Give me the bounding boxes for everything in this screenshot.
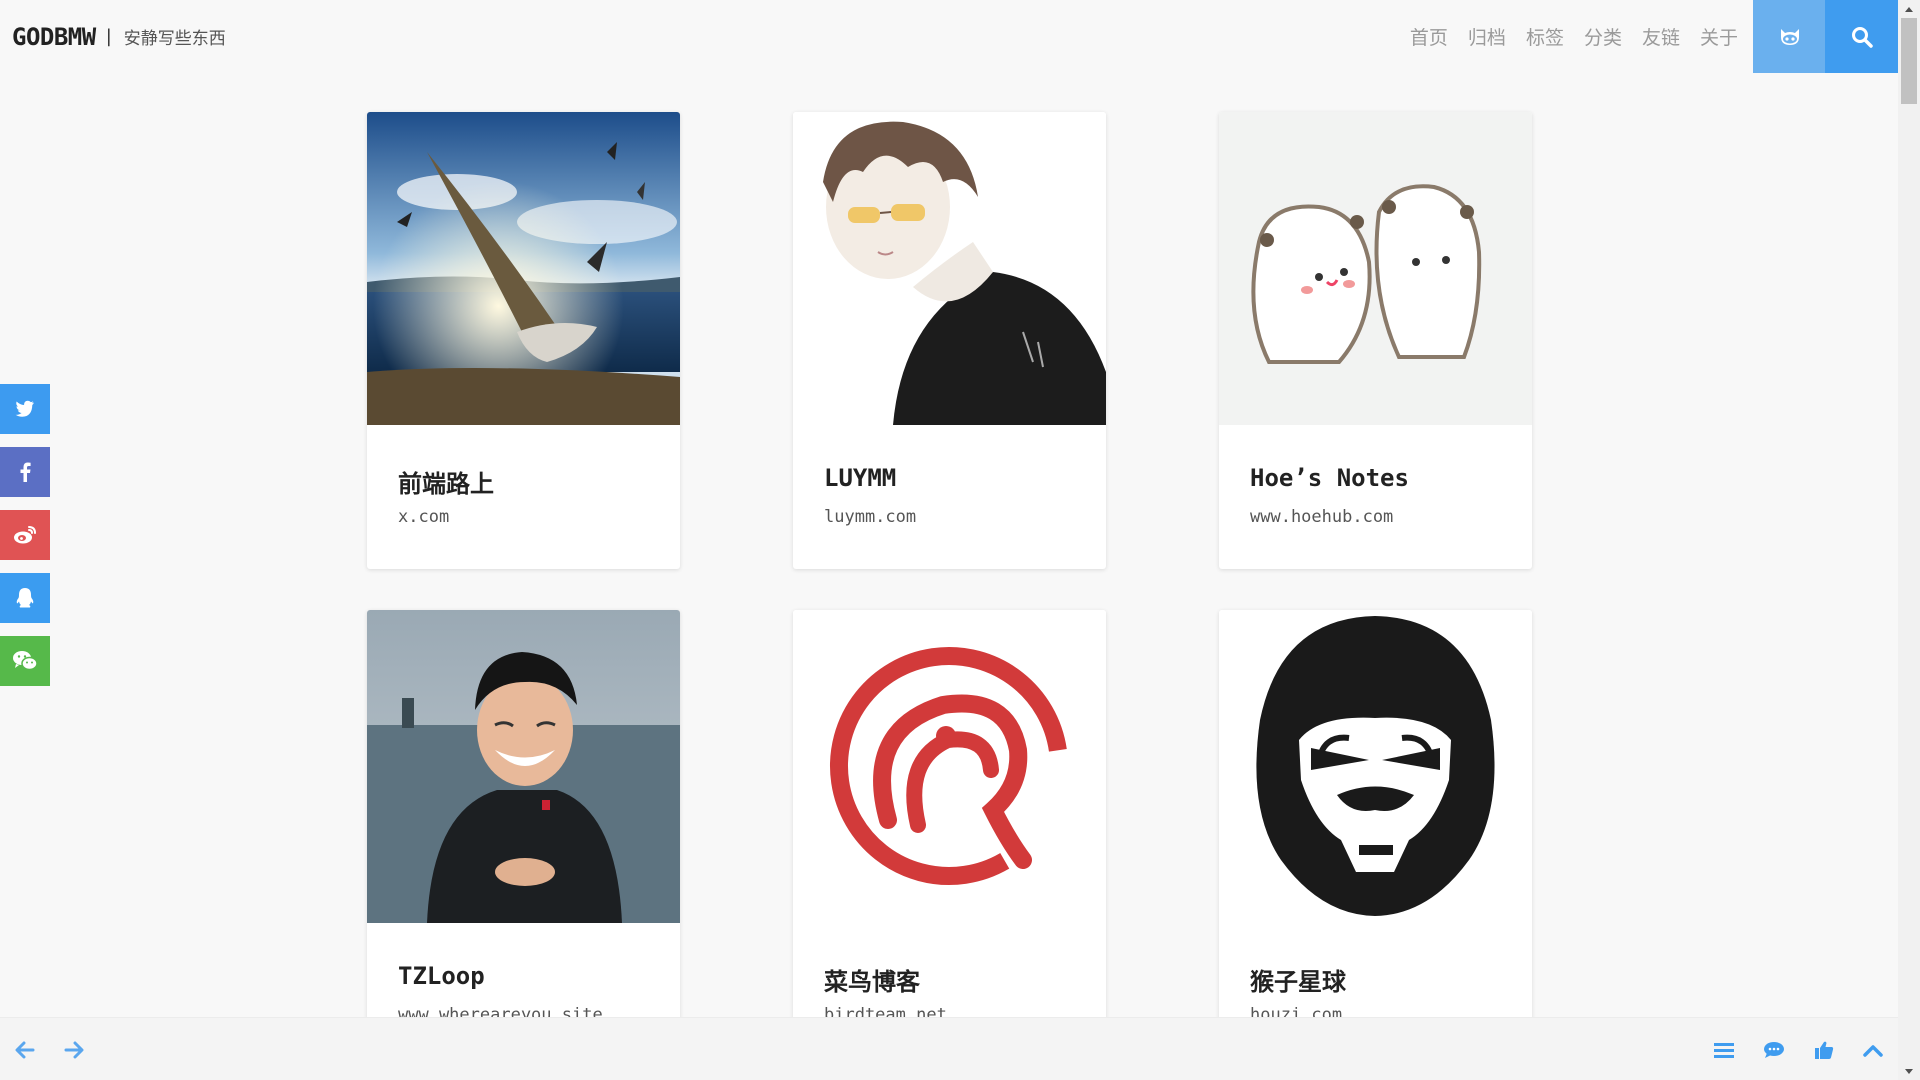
friend-title[interactable]: 猴子星球 [1250,962,1346,997]
brand-separator: | [105,26,112,47]
back-button[interactable] [5,1018,45,1080]
page: GODBMW | 安静写些东西 首页 归档 标签 分类 友链 关于 前端路上 x… [0,0,1920,1080]
laughing-man-photo [367,610,680,923]
forward-button[interactable] [54,1018,94,1080]
nav-archive[interactable]: 归档 [1468,23,1506,50]
weibo-icon [14,526,36,544]
friend-card[interactable]: 猴子星球 houzi.com [1219,610,1532,1067]
share-facebook-button[interactable] [0,447,50,497]
comment-button[interactable] [1754,1018,1794,1080]
friend-title[interactable]: TZLoop [398,962,485,990]
menu-icon [1714,1042,1734,1058]
gorilla-logo [1219,610,1532,923]
back-arrow-icon [15,1041,35,1058]
nav-friends[interactable]: 友链 [1642,23,1680,50]
bird-logo [793,610,1106,923]
friend-title[interactable]: LUYMM [824,464,896,492]
friend-card[interactable]: TZLoop www.whereareyou.site [367,610,680,1067]
scroll-down-arrow[interactable] [1898,1063,1920,1080]
site-header: GODBMW | 安静写些东西 首页 归档 标签 分类 友链 关于 [0,0,1898,73]
nav-tags[interactable]: 标签 [1526,23,1564,50]
scroll-up-arrow[interactable] [1898,0,1920,17]
site-title[interactable]: GODBMW [12,23,96,51]
to-top-button[interactable] [1853,1018,1893,1080]
friend-title[interactable]: Hoe’s Notes [1250,464,1409,492]
anime-boy-avatar [793,112,1106,425]
forward-arrow-icon [64,1041,84,1058]
share-qq-button[interactable] [0,573,50,623]
facebook-icon [20,462,31,482]
like-button[interactable] [1804,1018,1844,1080]
vertical-scrollbar[interactable] [1898,0,1920,1080]
github-button[interactable] [1753,0,1826,73]
to-top-icon [1863,1044,1883,1057]
github-cat-icon [1780,28,1799,45]
friend-card[interactable]: 菜鸟博客 birdteam.net [793,610,1106,1067]
comment-icon [1764,1041,1784,1058]
menu-button[interactable] [1704,1018,1744,1080]
share-sidebar [0,384,50,699]
wechat-icon [13,651,38,671]
search-button[interactable] [1825,0,1898,73]
friend-url[interactable]: luymm.com [824,507,916,527]
share-weibo-button[interactable] [0,510,50,560]
bottom-toolbar [0,1017,1898,1080]
seagull-photo [367,112,680,425]
triangle-up-icon [1905,6,1913,12]
main-nav: 首页 归档 标签 分类 友链 关于 [1390,0,1738,73]
like-icon [1815,1041,1834,1059]
scroll-thumb[interactable] [1901,18,1917,104]
triangle-down-icon [1905,1068,1913,1074]
nav-categories[interactable]: 分类 [1584,23,1622,50]
brand[interactable]: GODBMW | 安静写些东西 [12,23,226,51]
friend-url[interactable]: x.com [398,507,449,527]
friend-card[interactable]: Hoe’s Notes www.hoehub.com [1219,112,1532,569]
twitter-icon [15,400,34,417]
qq-icon [16,588,34,608]
friend-card[interactable]: 前端路上 x.com [367,112,680,569]
friend-title[interactable]: 前端路上 [398,464,494,499]
share-twitter-button[interactable] [0,384,50,434]
nav-home[interactable]: 首页 [1410,23,1448,50]
friend-card[interactable]: LUYMM luymm.com [793,112,1106,569]
site-tagline: 安静写些东西 [123,29,226,49]
friend-title[interactable]: 菜鸟博客 [824,962,920,997]
search-icon [1851,26,1873,48]
nav-about[interactable]: 关于 [1700,23,1738,50]
friend-url[interactable]: www.hoehub.com [1250,507,1393,527]
share-wechat-button[interactable] [0,636,50,686]
bears-cartoon [1219,112,1532,425]
